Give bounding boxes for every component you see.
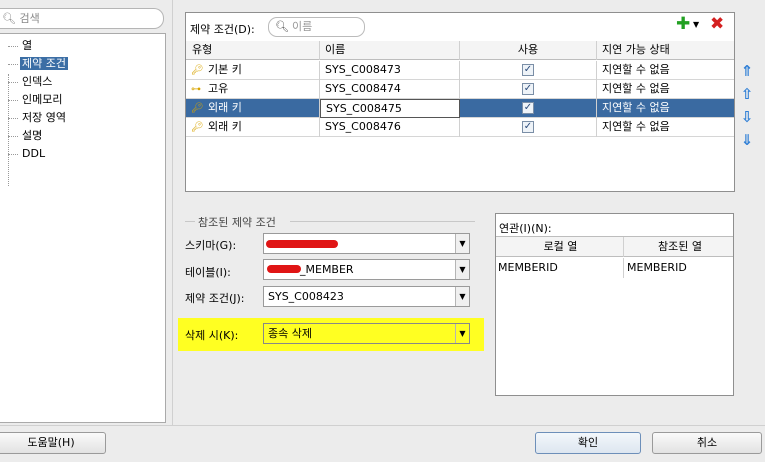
table-row[interactable]: ⊶ 고유 SYS_C008474 ✓ 지연할 수 없음 (186, 80, 734, 99)
constraint-type: 외래 키 (208, 120, 242, 133)
group-border (185, 221, 195, 222)
panel-splitter[interactable] (172, 0, 178, 425)
primary-key-icon: 🔑︎ (191, 65, 204, 76)
constraint-name[interactable]: SYS_C008473 (320, 61, 460, 80)
redaction-mark (267, 265, 301, 273)
column-header-name[interactable]: 이름 (320, 41, 460, 60)
constraint-label: 제약 조건(J): (185, 292, 245, 305)
redaction-mark (266, 240, 338, 248)
enabled-checkbox[interactable]: ✓ (522, 64, 534, 76)
navigation-tree: 열 제약 조건 인덱스 인메모리 저장 영역 설명 DDL (0, 33, 166, 423)
tree-search-placeholder: 검색 (19, 12, 40, 25)
schema-select[interactable]: ▼ (263, 233, 470, 254)
chevron-down-icon[interactable]: ▼ (455, 287, 469, 306)
search-icon: 🔍︎ (275, 20, 289, 33)
chevron-down-icon[interactable]: ▼ (455, 324, 469, 343)
constraint-search-placeholder: 이름 (291, 20, 313, 33)
tree-item-columns[interactable]: 열 (8, 38, 34, 53)
constraint-type: 고유 (208, 82, 229, 95)
column-header-enabled[interactable]: 사용 (460, 41, 597, 60)
tree-item-comment[interactable]: 설명 (8, 128, 44, 143)
ok-button[interactable]: 확인 (535, 432, 641, 454)
local-column[interactable]: MEMBERID (496, 258, 624, 278)
unique-key-icon: ⊶ (191, 84, 201, 95)
table-row[interactable]: 🔑︎ 외래 키 SYS_C008476 ✓ 지연할 수 없음 (186, 118, 734, 137)
plus-icon[interactable]: ✚ (676, 16, 690, 33)
table-select[interactable]: _MEMBER ▼ (263, 259, 470, 280)
foreign-key-icon: 🔑︎ (191, 103, 204, 114)
deferrable-value[interactable]: 지연할 수 없음 (597, 118, 734, 137)
schema-label: 스키마(G): (185, 239, 237, 252)
constraint-select[interactable]: SYS_C008423 ▼ (263, 286, 470, 307)
enabled-checkbox[interactable]: ✓ (522, 83, 534, 95)
move-top-icon[interactable]: ⇑ (739, 63, 755, 79)
enabled-checkbox[interactable]: ✓ (522, 102, 534, 114)
bottom-divider (0, 425, 765, 426)
chevron-down-icon[interactable]: ▼ (693, 20, 699, 29)
chevron-down-icon[interactable]: ▼ (455, 260, 469, 279)
column-header-local[interactable]: 로컬 열 (496, 237, 624, 257)
move-bottom-icon[interactable]: ⇓ (739, 132, 755, 148)
table-header: 로컬 열 참조된 열 (496, 236, 733, 257)
on-delete-select[interactable]: 종속 삭제 ▼ (263, 323, 470, 344)
table-row[interactable]: 🔑︎ 기본 키 SYS_C008473 ✓ 지연할 수 없음 (186, 61, 734, 80)
constraint-search-input[interactable]: 🔍︎ 이름 (268, 17, 365, 37)
delete-icon[interactable]: ✖ (710, 16, 724, 33)
move-down-icon[interactable]: ⇩ (739, 109, 755, 125)
help-button[interactable]: 도움말(H) (0, 432, 106, 454)
table-value: _MEMBER (300, 263, 354, 276)
referenced-constraint-title: 참조된 제약 조건 (198, 216, 276, 229)
deferrable-value[interactable]: 지연할 수 없음 (597, 80, 734, 99)
tree-item-constraints[interactable]: 제약 조건 (8, 56, 68, 71)
constraint-value: SYS_C008423 (268, 290, 344, 303)
constraint-name[interactable]: SYS_C008474 (320, 80, 460, 99)
column-header-type[interactable]: 유형 (186, 41, 320, 60)
linked-columns-label: 연관(I)(N): (499, 222, 552, 235)
on-delete-value: 종속 삭제 (268, 327, 312, 340)
table-row-selected[interactable]: 🔑︎ 외래 키 SYS_C008475 ✓ 지연할 수 없음 (186, 99, 734, 118)
constraint-type: 외래 키 (208, 101, 242, 114)
search-icon: 🔍︎ (2, 12, 16, 25)
foreign-key-icon: 🔑︎ (191, 122, 204, 133)
on-delete-label: 삭제 시(K): (185, 329, 239, 342)
constraint-name[interactable]: SYS_C008475 (320, 99, 460, 118)
cancel-button[interactable]: 취소 (652, 432, 762, 454)
deferrable-value[interactable]: 지연할 수 없음 (597, 99, 734, 118)
tree-search-input[interactable]: 🔍︎ 검색 (0, 8, 164, 29)
tree-item-indexes[interactable]: 인덱스 (8, 74, 54, 89)
table-header: 유형 이름 사용 지연 가능 상태 (186, 41, 734, 60)
column-header-referenced[interactable]: 참조된 열 (624, 237, 733, 257)
group-border (290, 221, 475, 222)
table-label: 테이블(I): (185, 266, 231, 279)
tree-item-inmemory[interactable]: 인메모리 (8, 92, 64, 107)
constraints-label: 제약 조건(D): (190, 23, 255, 36)
chevron-down-icon[interactable]: ▼ (455, 234, 469, 253)
tree-item-ddl[interactable]: DDL (8, 146, 47, 161)
move-up-icon[interactable]: ⇧ (739, 86, 755, 102)
table-row[interactable]: MEMBERID MEMBERID (496, 258, 733, 279)
column-header-deferrable[interactable]: 지연 가능 상태 (597, 41, 734, 60)
constraint-name[interactable]: SYS_C008476 (320, 118, 460, 137)
constraint-type: 기본 키 (208, 63, 242, 76)
tree-item-storage[interactable]: 저장 영역 (8, 110, 68, 125)
referenced-column[interactable]: MEMBERID (624, 258, 733, 278)
deferrable-value[interactable]: 지연할 수 없음 (597, 61, 734, 80)
enabled-checkbox[interactable]: ✓ (522, 121, 534, 133)
